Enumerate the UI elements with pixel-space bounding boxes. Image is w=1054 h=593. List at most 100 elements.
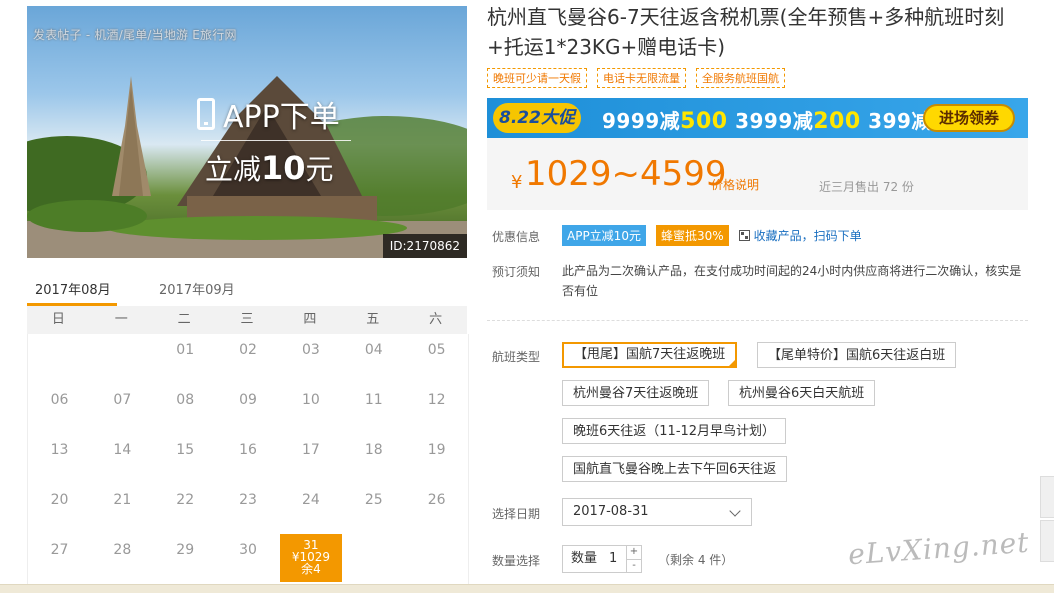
tab-month-september[interactable]: 2017年09月 [159,279,235,298]
calendar-day: 23 [239,492,257,508]
calendar-day: 16 [239,442,257,458]
scan-to-order-text: 收藏产品，扫码下单 [753,229,862,243]
calendar-day: 05 [427,342,446,358]
quantity-field-label: 数量 [571,551,598,566]
flight-option-selected[interactable]: 【甩尾】国航7天往返晚班 [562,342,738,368]
deal-amount: 200 [813,109,861,134]
calendar-day: 19 [427,442,446,458]
promo-info-label: 优惠信息 [492,230,541,244]
calendar-day: 06 [50,392,69,408]
honey-discount-badge: 蜂蜜抵30% [655,225,729,246]
flight-option[interactable]: 晚班6天往返（11-12月早鸟计划） [562,418,787,444]
calendar-day: 07 [113,392,132,408]
date-select-label: 选择日期 [492,507,541,521]
sold-count: 近三月售出 72 份 [819,180,914,194]
calendar-day: 26 [427,492,446,508]
calendar-day: 27 [50,542,69,558]
flight-option[interactable]: 杭州曼谷6天白天航班 [728,380,876,406]
side-float-tab[interactable] [1040,520,1054,562]
calendar-day: 29 [176,542,195,558]
calendar-day-available[interactable]: 31 ¥1029 余4 [279,534,342,582]
quantity-stepper[interactable]: 数量 1 + - [562,545,642,573]
weekday-label: 六 [429,312,443,327]
deal-text: 3999减 [735,109,814,133]
price-box: ¥ 1029~4599 价格说明 近三月售出 72 份 [487,138,1028,210]
get-coupon-button[interactable]: 进场领券 [923,104,1015,132]
calendar-day: 12 [427,392,446,408]
flight-option[interactable]: 国航直飞曼谷晚上去下午回6天往返 [562,456,788,482]
calendar-day: 02 [239,342,257,358]
calendar-day: 13 [50,442,69,458]
quantity-value[interactable]: 1 [609,546,617,572]
weekday-label: 日 [51,312,65,327]
quantity-label: 数量选择 [492,554,541,568]
quantity-minus-button[interactable]: - [626,559,641,573]
date-select[interactable]: 2017-08-31 [562,498,752,526]
weekday-label: 一 [114,312,128,327]
weekday-label: 四 [303,312,317,327]
product-title: 杭州直飞曼谷6-7天往返含税机票(全年预售+多种航班时刻+托运1*23KG+赠电… [487,5,1005,59]
calendar-month-tabs: 2017年08月 2017年09月 [27,276,467,306]
product-tag: 全服务航班国航 [696,68,785,88]
price-range: 1029~4599 [525,154,727,194]
deal-amount: 500 [680,109,728,134]
product-id-tag: ID:2170862 [382,234,467,258]
site-watermark-text: 发表帖子 - 机酒/尾单/当地游 E旅行网 [33,28,237,42]
calendar-day: 28 [113,542,132,558]
weekday-label: 三 [240,312,254,327]
product-hero-image: 发表帖子 - 机酒/尾单/当地游 E旅行网 APP下单 立减10元 ID:217… [27,6,467,258]
qr-code-icon [738,230,750,241]
remaining-stock: （剩余 4 件） [658,553,734,567]
flight-option[interactable]: 【尾单特价】国航6天往返白班 [757,342,957,368]
calendar-day-remain: 余4 [301,562,321,576]
product-tag: 电话卡无限流量 [597,68,686,88]
deal-text: 9999减 [602,109,681,133]
side-float-tab[interactable] [1040,476,1054,518]
booking-notice-text: 此产品为二次确认产品，在支付成功时间起的24小时内供应商将进行二次确认，核实是否… [562,264,1022,298]
product-tag: 晚班可少请一天假 [487,68,587,88]
calendar-day: 17 [302,442,320,458]
calendar-day: 10 [302,392,320,408]
app-promo-prefix: 立减 [205,153,262,186]
calendar-grid: 01 02 03 04 05 06 07 08 09 10 11 12 13 14 15 16 17 18 19 20… [27,334,469,584]
tab-month-august[interactable]: 2017年08月 [35,279,111,298]
calendar-day: 15 [176,442,195,458]
quantity-plus-button[interactable]: + [626,546,641,559]
calendar-day: 25 [364,492,383,508]
site-logo-watermark: eLvXing.net [847,525,1031,572]
calendar-day: 14 [113,442,132,458]
promo-banner[interactable]: 8.22大促 9999减500 3999减200 399减20 进场领券 [487,98,1028,138]
flight-type-label: 航班类型 [492,350,541,364]
scan-to-order-link[interactable]: 收藏产品，扫码下单 [738,227,862,244]
promo-deals: 9999减500 3999减200 399减20 [602,105,964,134]
currency-symbol: ¥ [511,172,523,193]
weekday-label: 五 [366,312,380,327]
calendar-day: 30 [239,542,257,558]
app-promo-amount: 10 [261,149,306,187]
phone-icon [197,98,215,130]
chevron-down-icon [729,505,741,517]
weekday-label: 二 [177,312,191,327]
calendar-day: 03 [302,342,320,358]
app-promo-suffix: 元 [305,153,334,186]
date-select-value: 2017-08-31 [573,504,649,519]
app-promo-title-text: APP下单 [223,100,340,135]
promo-badge: 8.22大促 [493,103,581,133]
price-explanation-link[interactable]: 价格说明 [711,176,759,193]
calendar-day: 21 [113,492,132,508]
flight-option[interactable]: 杭州曼谷7天往返晚班 [562,380,710,406]
section-divider [487,320,1028,321]
calendar-day: 01 [176,342,195,358]
calendar-weekday-header: 日 一 二 三 四 五 六 [27,306,467,334]
calendar-day: 18 [364,442,383,458]
calendar-day: 09 [239,392,257,408]
calendar-day: 08 [176,392,195,408]
booking-notice-label: 预订须知 [492,265,541,279]
product-tags: 晚班可少请一天假 电话卡无限流量 全服务航班国航 [487,68,785,88]
calendar-day: 24 [302,492,320,508]
calendar-day: 11 [364,392,383,408]
app-promo-title: APP下单 [197,92,340,136]
app-promo-discount: 立减10元 [205,148,334,188]
app-promo-divider [201,140,351,141]
app-discount-badge: APP立减10元 [562,225,646,246]
